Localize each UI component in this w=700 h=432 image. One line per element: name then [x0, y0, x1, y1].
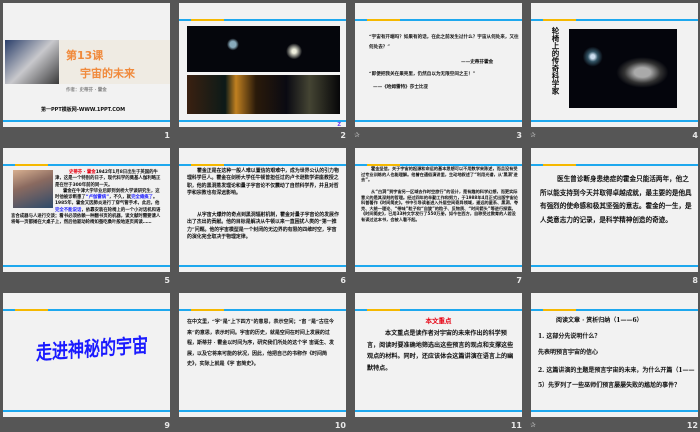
hawking-quote: “宇宙有开端吗？如果有的话，在此之前发生过什么？宇宙从何处来，又往何处去？”	[369, 35, 519, 50]
slide-thumbnail-7[interactable]: 霍金坚信，关于宇宙的起源和命运的基本思想可以不用数学来陈述，而且没有受过专业训练…	[355, 148, 522, 272]
slide-thumbnail-3[interactable]: “宇宙有开端吗？如果有的话，在此之前发生过什么？宇宙从何处来，又往何处去？” —…	[355, 3, 522, 127]
galaxy-collage-top	[187, 26, 340, 72]
lesson-number: 第13课	[66, 49, 104, 62]
animation-icon[interactable]: ✰	[530, 421, 536, 429]
slide-number: 3	[516, 131, 522, 140]
bottom-stripe	[355, 120, 522, 122]
slide-number: 11	[510, 421, 522, 430]
galaxy-collage-bottom	[187, 75, 340, 114]
slide-number: 4	[692, 131, 698, 140]
slide-heading: 本文重点	[425, 317, 452, 325]
top-stripe	[355, 19, 522, 21]
bottom-stripe	[179, 120, 346, 122]
slide-thumbnail-11[interactable]: 本文重点 本文重点是读作者对宇宙的未来作出的科学预言，阅读时要准确地筛选出这些预…	[355, 293, 522, 417]
biography-text: 史蒂芬 · 霍金1942年1月8日出生于英国的牛津，这是一个特别的日子，现代科学…	[11, 170, 161, 226]
animation-mark: Z	[337, 122, 341, 127]
answer-1: 先表明预言宇宙的信心	[538, 349, 599, 356]
slide-number: 5	[164, 276, 170, 285]
slide-thumbnail-9[interactable]: 走进神秘的宇宙	[3, 293, 170, 417]
bottom-stripe	[3, 410, 170, 412]
top-stripe	[531, 164, 698, 166]
top-stripe	[531, 19, 698, 21]
hawking-photo	[5, 40, 59, 84]
hawking-name: 史蒂芬 · 霍金	[69, 170, 96, 175]
slide-number: 2	[340, 131, 346, 140]
top-stripe	[355, 309, 522, 311]
question-2: 2. 这篇讲演的主题是预言宇宙的未来，为什么开篇（1——5）先罗列了一些巫师们预…	[538, 367, 695, 389]
body-paragraph: 本文重点是读作者对宇宙的未来作出的科学预言，阅读时要准确地筛选出这些预言的观点和…	[367, 330, 514, 372]
body-paragraph-1: 霍金正是在这种一般人难以置信的艰难中，成为世界公认的引力物理科学巨人。霍金在剑桥…	[187, 168, 339, 196]
bottom-stripe	[531, 120, 698, 122]
question-1: 1. 这部分先说明什么？	[538, 333, 601, 340]
body-paragraph-2: 从宇宙大爆炸的奇点到黑洞辐射机制，霍金对量子宇宙论的发展作出了杰出的贡献。他的目…	[187, 212, 339, 240]
top-stripe	[179, 164, 346, 166]
slide-thumbnail-2[interactable]: Z	[179, 3, 346, 127]
slide-thumbnail-10[interactable]: 在中文里，“宇”是“上下四方”的意思，表示空间；“宙 ”是“古往今来”的意思，表…	[179, 293, 346, 417]
animation-icon[interactable]: ✰	[354, 131, 360, 139]
body-paragraph: 在中文里，“宇”是“上下四方”的意思，表示空间；“宙 ”是“古往今来”的意思，表…	[187, 319, 334, 367]
slide-thumbnail-6[interactable]: 霍金正是在这种一般人难以置信的艰难中，成为世界公认的引力物理科学巨人。霍金在剑桥…	[179, 148, 346, 272]
slide-number: 1	[164, 131, 170, 140]
top-stripe	[531, 309, 698, 311]
shakespeare-attribution: ——《哈姆雷特》莎士比亚	[373, 85, 429, 90]
slide-number: 6	[340, 276, 346, 285]
slide-heading: 阅读文章 · 赏析归纳（1——6）	[556, 317, 643, 324]
bottom-stripe	[531, 265, 698, 267]
footer-text: 第一PPT模板网-WWW.1PPT.COM	[41, 107, 126, 113]
top-stripe	[3, 309, 170, 311]
animation-icon[interactable]: ✰	[530, 131, 536, 139]
slide-number: 7	[516, 276, 522, 285]
hawking-space-photo	[569, 29, 677, 108]
body-paragraph: 医生曾诊断身患绝症的霍金只能活两年，他之所以能支持到今天并取得卓越成就，最主要的…	[540, 175, 692, 224]
top-stripe	[179, 309, 346, 311]
slide-thumbnail-1[interactable]: 第13课 宇宙的未来 作者：史蒂芬 · 霍金 第一PPT模板网-WWW.1PPT…	[3, 3, 170, 127]
bottom-stripe	[355, 265, 522, 267]
slide-number: 8	[692, 276, 698, 285]
bottom-stripe	[179, 265, 346, 267]
slide-thumbnail-12[interactable]: 阅读文章 · 赏析归纳（1——6） 1. 这部分先说明什么？ 先表明预言宇宙的信…	[531, 293, 698, 417]
slide-number: 12	[686, 421, 698, 430]
bottom-stripe	[3, 120, 170, 122]
bottom-stripe	[355, 410, 522, 412]
body-paragraph-1: 霍金坚信，关于宇宙的起源和命运的基本思想可以不用数学来陈述，而且没有受过专业训练…	[361, 166, 518, 183]
slide-number: 9	[164, 421, 170, 430]
bottom-stripe	[3, 265, 170, 267]
top-stripe	[179, 19, 346, 21]
bottom-stripe	[179, 410, 346, 412]
slide-thumbnail-8[interactable]: 医生曾诊断身患绝症的霍金只能活两年，他之所以能支持到今天并取得卓越成就，最主要的…	[531, 148, 698, 272]
vertical-title: 轮椅上的传奇科学家	[551, 27, 560, 95]
body-paragraph-2: 从“白洞”到宇宙另一区域去作时空旅行”的设计，是有趣的科学幻想，而更实际意义的是…	[361, 189, 519, 222]
lesson-title: 宇宙的未来	[80, 67, 135, 80]
hawking-attribution: ——史蒂芬霍金	[461, 60, 494, 65]
slide-thumbnail-4[interactable]: 轮椅上的传奇科学家	[531, 3, 698, 127]
section-title: 走进神秘的宇宙	[36, 333, 149, 365]
shakespeare-quote: “即便把我关在果壳里，仍然自以为无限空间之王！”	[369, 72, 476, 77]
author: 作者：史蒂芬 · 霍金	[66, 88, 107, 93]
bottom-stripe	[531, 410, 698, 412]
slide-number: 10	[334, 421, 346, 430]
top-stripe	[3, 164, 170, 166]
slide-thumbnail-5[interactable]: 史蒂芬 · 霍金1942年1月8日出生于英国的牛津，这是一个特别的日子，现代科学…	[3, 148, 170, 272]
